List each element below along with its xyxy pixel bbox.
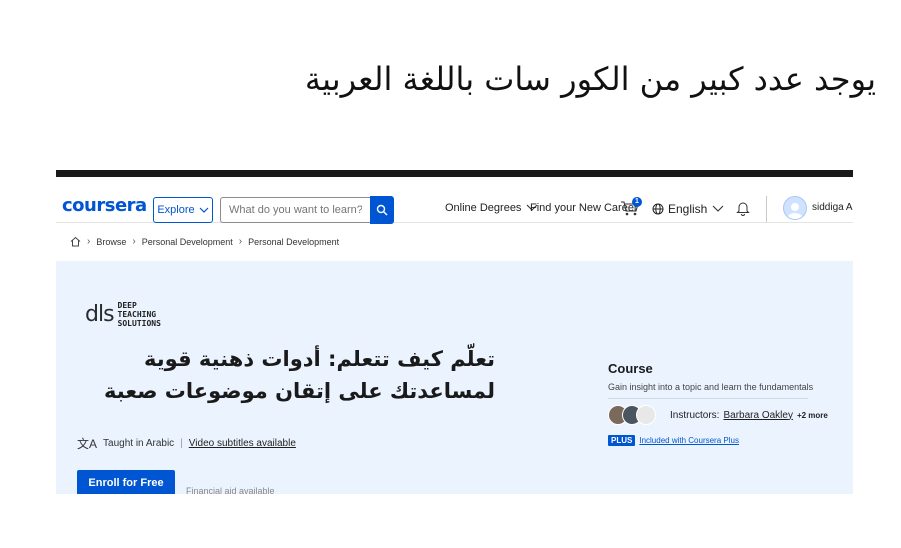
plus-badge: PLUS (608, 435, 636, 446)
coursera-plus-row: PLUS Included with Coursera Plus (608, 435, 814, 446)
course-hero: dls DEEP TEACHING SOLUTIONS تعلّم كيف تت… (56, 261, 853, 494)
explore-label: Explore (157, 204, 195, 216)
user-name-label: siddiga Ali (812, 202, 853, 213)
notifications-bell-icon[interactable] (736, 200, 750, 216)
chevron-right-icon: › (238, 236, 243, 247)
separator: | (180, 438, 183, 449)
search-input[interactable] (220, 197, 370, 223)
instructor-avatars[interactable] (608, 405, 656, 425)
course-title: تعلّم كيف تتعلم: أدوات ذهنية قوية لمساعد… (104, 347, 495, 403)
instructor-link[interactable]: Barbara Oakley (723, 410, 792, 421)
user-avatar[interactable] (783, 196, 807, 220)
instructors-label: Instructors: (670, 409, 720, 421)
translate-icon: 文A (77, 437, 98, 451)
course-info-card: Course Gain insight into a topic and lea… (608, 361, 828, 446)
breadcrumb: › Browse › Personal Development › Person… (70, 236, 339, 247)
search-button[interactable] (370, 196, 394, 224)
coursera-plus-link[interactable]: Included with Coursera Plus (639, 436, 739, 445)
chevron-down-icon (712, 205, 724, 212)
taught-in-label: Taught in Arabic (103, 438, 175, 449)
instructor-avatar (636, 405, 656, 425)
coursera-logo[interactable]: coursera (62, 195, 147, 216)
enroll-button[interactable]: Enroll for Free (77, 470, 175, 494)
instructors-row: Instructors: Barbara Oakley +2 more (608, 405, 828, 425)
chevron-down-icon (199, 207, 209, 213)
course-type-description: Gain insight into a topic and learn the … (608, 382, 814, 392)
language-info: 文A Taught in Arabic | Video subtitles av… (77, 435, 296, 452)
partner-mark: dls (85, 301, 115, 327)
breadcrumb-item[interactable]: Personal Development (248, 237, 339, 247)
instructors-more[interactable]: +2 more (797, 411, 828, 420)
breadcrumb-item[interactable]: Browse (96, 237, 126, 247)
financial-aid-text[interactable]: Financial aid available (186, 486, 275, 494)
home-icon[interactable] (70, 236, 81, 247)
online-degrees-menu[interactable]: Online Degrees (445, 202, 539, 214)
top-navigation: coursera Explore Online Degrees Find you… (56, 178, 853, 224)
nav-divider (766, 196, 767, 222)
online-degrees-label: Online Degrees (445, 202, 522, 214)
partner-name-line: TEACHING (117, 310, 157, 319)
globe-icon (652, 203, 664, 215)
language-selector[interactable]: English (652, 202, 725, 216)
user-icon (787, 203, 803, 219)
breadcrumb-item[interactable]: Personal Development (142, 237, 233, 247)
partner-name-line: DEEP (117, 301, 137, 310)
chevron-right-icon: › (132, 236, 136, 247)
search-icon (376, 204, 388, 216)
explore-button[interactable]: Explore (153, 197, 213, 223)
subtitles-link[interactable]: Video subtitles available (189, 438, 296, 449)
card-divider (608, 398, 808, 399)
chevron-right-icon: › (87, 236, 91, 247)
cart-count-badge: 1 (632, 197, 642, 207)
top-dark-bar (56, 170, 853, 177)
coursera-screenshot: coursera Explore Online Degrees Find you… (56, 170, 853, 494)
language-label: English (668, 202, 708, 216)
partner-name: DEEP TEACHING SOLUTIONS (118, 301, 161, 328)
partner-name-line: SOLUTIONS (117, 319, 161, 328)
user-name[interactable]: siddiga Ali › (812, 202, 853, 213)
slide-headline: يوجد عدد كبير من الكور سات باللغة العربي… (304, 60, 876, 98)
partner-logo[interactable]: dls DEEP TEACHING SOLUTIONS (85, 301, 161, 328)
course-type: Course (608, 361, 653, 376)
